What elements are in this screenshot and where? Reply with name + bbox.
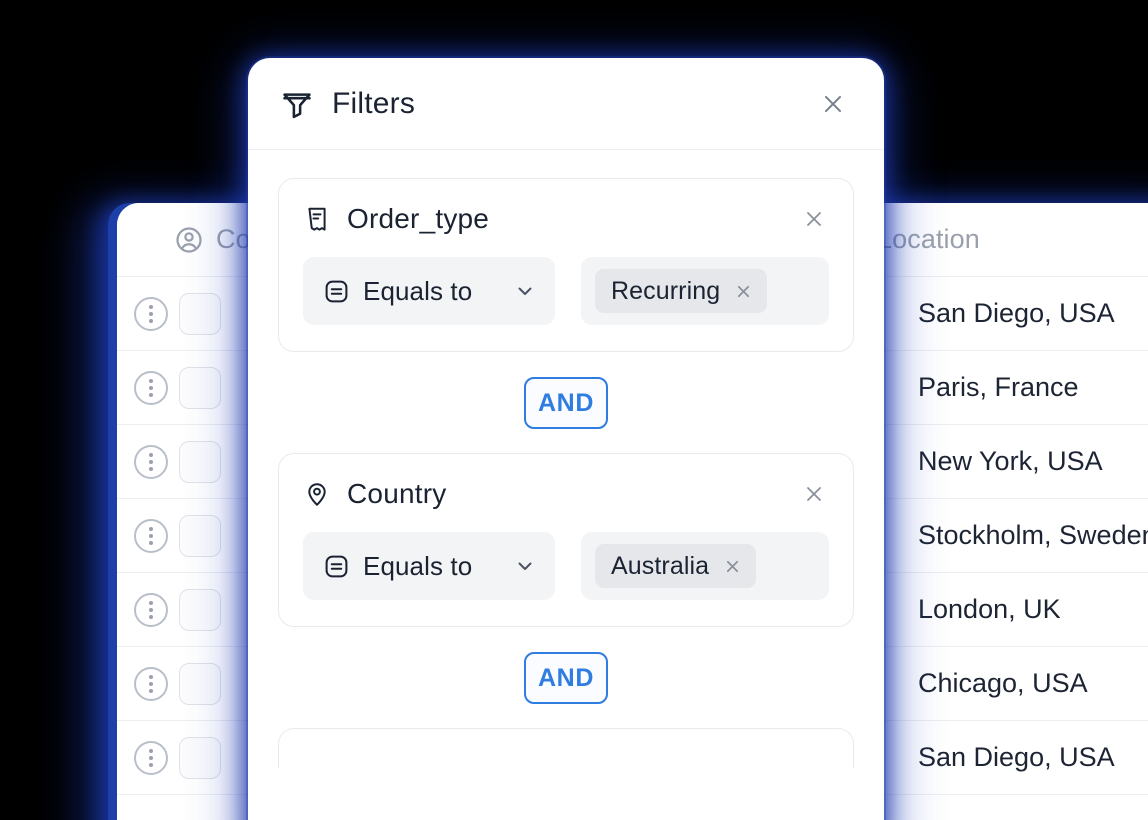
value-chip-label: Australia [611,551,710,580]
row-menu-button[interactable] [117,666,179,701]
more-vertical-icon [133,518,168,553]
map-pin-icon [303,480,331,508]
row-menu-button[interactable] [117,592,179,627]
screenshot-stage: Contact Location San Diego, USA Paris, F… [0,0,1148,820]
more-vertical-icon [133,370,168,405]
row-avatar [179,366,245,409]
filters-modal: Filters Order_type Equals to Recurring A… [248,58,884,820]
row-menu-button[interactable] [117,518,179,553]
more-vertical-icon [133,444,168,479]
row-menu-button[interactable] [117,370,179,405]
receipt-icon [303,205,331,233]
more-vertical-icon [133,296,168,331]
row-avatar [179,736,245,779]
cell-location: San Diego, USA [918,742,1115,772]
operator-select[interactable]: Equals to [303,532,555,600]
more-vertical-icon [133,592,168,627]
cell-location: New York, USA [918,446,1103,476]
more-vertical-icon [133,666,168,701]
row-avatar [179,662,245,705]
equals-square-icon [323,278,350,305]
row-menu-button[interactable] [117,444,179,479]
remove-value-icon[interactable] [723,557,742,576]
remove-condition-button[interactable] [799,204,829,234]
value-chip[interactable]: Recurring [595,269,768,313]
filter-field-name: Country [347,478,447,509]
filter-condition-controls: Equals to Recurring [303,257,829,325]
value-chip[interactable]: Australia [595,544,757,588]
row-menu-button[interactable] [117,296,179,331]
chevron-down-icon [513,279,537,303]
row-avatar [179,588,245,631]
filters-modal-body: Order_type Equals to Recurring AND Count… [248,150,884,768]
filter-condition-card-partial [278,728,854,768]
filter-condition-header: Country [303,478,829,510]
logic-joiner-wrap: AND [278,377,854,429]
cell-location: Stockholm, Sweden [918,520,1148,550]
cell-location: London, UK [918,594,1061,624]
filter-condition-header: Order_type [303,203,829,235]
page-title: Filters [332,86,416,120]
remove-condition-button[interactable] [799,479,829,509]
filter-value-box[interactable]: Australia [581,532,829,600]
filter-condition-card: Country Equals to Australia [278,453,854,627]
row-avatar [179,514,245,557]
row-avatar [179,292,245,335]
user-circle-icon [174,225,204,255]
more-vertical-icon [133,740,168,775]
equals-square-icon [323,553,350,580]
remove-value-icon[interactable] [734,282,753,301]
filter-condition-card: Order_type Equals to Recurring [278,178,854,352]
row-menu-button[interactable] [117,740,179,775]
filter-field-name: Order_type [347,203,490,234]
cell-location: San Diego, USA [918,298,1115,328]
operator-select[interactable]: Equals to [303,257,555,325]
logic-joiner-and-button[interactable]: AND [524,377,608,429]
filter-condition-controls: Equals to Australia [303,532,829,600]
chevron-down-icon [513,554,537,578]
logic-joiner-wrap: AND [278,652,854,704]
operator-label: Equals to [363,275,473,306]
cell-location: Chicago, USA [918,668,1088,698]
logic-joiner-and-button[interactable]: AND [524,652,608,704]
filter-funnel-icon [280,87,314,121]
operator-label: Equals to [363,550,473,581]
value-chip-label: Recurring [611,276,721,305]
close-icon[interactable] [816,87,850,121]
column-header-location[interactable]: Location [877,224,980,255]
cell-location: Paris, France [918,372,1079,402]
column-header-location-label: Location [877,224,980,254]
filters-modal-header: Filters [248,58,884,150]
filter-value-box[interactable]: Recurring [581,257,829,325]
row-avatar [179,440,245,483]
